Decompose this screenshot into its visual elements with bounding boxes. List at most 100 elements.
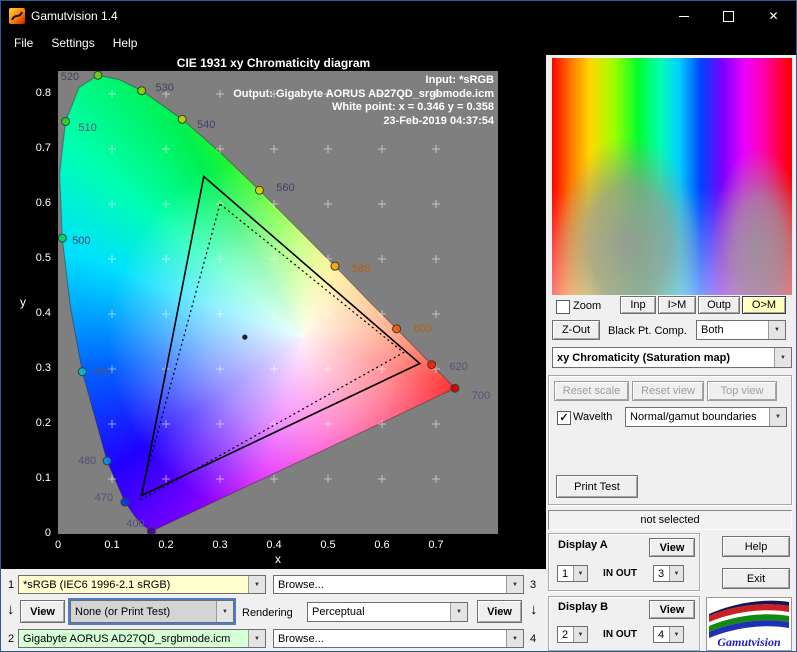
zoom-checkbox[interactable] (556, 300, 570, 314)
display-a-group: Display A View 1 IN OUT 3 (548, 533, 700, 591)
titlebar[interactable]: Gamutvision 1.4 ✕ (1, 1, 796, 31)
x-tick-label: 0.7 (428, 539, 444, 551)
display-a-out-value: 3 (658, 567, 665, 580)
z-out-button[interactable]: Z-Out (552, 320, 600, 340)
input-profile-value: *sRGB (IEC6 1996-2.1 sRGB) (19, 576, 248, 593)
plot-annotations: Input: *sRGB Output: Gigabyte AORUS AD27Q… (233, 74, 494, 128)
display-b-title: Display B (558, 601, 609, 613)
menu-file[interactable]: File (5, 33, 42, 53)
gamut-triangle-dotted (138, 202, 405, 503)
test-pattern-combo[interactable]: None (or Print Test) (68, 598, 236, 625)
white-point-marker (242, 334, 248, 340)
reset-scale-button[interactable]: Reset scale (554, 381, 629, 401)
input-browse-combo[interactable]: Browse... (273, 575, 524, 594)
display-a-view-button[interactable]: View (649, 538, 695, 557)
top-view-button[interactable]: Top view (707, 381, 777, 401)
view-mode-combo[interactable]: xy Chromaticity (Saturation map) (552, 347, 792, 368)
wavelength-label-510: 510 (78, 121, 97, 134)
wavelength-dot-560 (254, 185, 264, 195)
maximize-button[interactable] (706, 1, 751, 31)
y-tick-label: 0.1 (35, 472, 51, 484)
bottom-panel: 1 *sRGB (IEC6 1996-2.1 sRGB) Browse... 3… (1, 569, 546, 651)
wavelength-dot-480 (102, 456, 112, 466)
combo-arrow-icon (669, 566, 683, 581)
display-b-out-combo[interactable]: 4 (653, 626, 684, 643)
y-tick-label: 0.8 (35, 87, 51, 99)
display-b-view-button[interactable]: View (649, 600, 695, 619)
slot3-label: 3 (530, 579, 537, 591)
display-b-in-value: 2 (562, 628, 569, 641)
annotation-line: 23-Feb-2019 04:37:54 (383, 114, 494, 127)
display-a-out-combo[interactable]: 3 (653, 565, 684, 582)
inp-button[interactable]: Inp (620, 296, 656, 314)
wavelength-label-700: 700 (471, 390, 491, 403)
x-tick-label: 0 (54, 539, 62, 551)
input-profile-combo[interactable]: *sRGB (IEC6 1996-2.1 sRGB) (18, 575, 266, 594)
spectral-locus-outline (59, 74, 456, 532)
wavelength-dot-540 (177, 114, 187, 124)
wavelength-label-560: 560 (276, 182, 295, 195)
view-input-button[interactable]: View (20, 600, 65, 623)
o-to-m-button[interactable]: O>M (742, 296, 786, 314)
down-arrow-icon: ↓ (7, 601, 15, 618)
combo-arrow-icon (774, 348, 791, 367)
display-a-title: Display A (558, 539, 608, 551)
input-browse-value: Browse... (278, 578, 324, 591)
display-a-in-value: 1 (562, 567, 569, 580)
y-tick-label: 0.6 (35, 197, 51, 209)
wavelength-label-620: 620 (449, 360, 468, 373)
x-axis-label: x (275, 552, 281, 566)
black-pt-comp-value: Both (701, 324, 724, 336)
annotation-line: Output: Gigabyte AORUS AD27QD_srgbmode.i… (233, 87, 494, 100)
menu-help[interactable]: Help (104, 33, 147, 53)
saturation-map-preview (552, 58, 792, 295)
help-button[interactable]: Help (722, 536, 790, 557)
chromaticity-plot[interactable]: Input: *sRGB Output: Gigabyte AORUS AD27Q… (58, 71, 498, 534)
close-button[interactable]: ✕ (751, 1, 796, 31)
y-tick-label: 0.5 (35, 252, 51, 264)
wavelength-label-400: 400 (126, 518, 145, 531)
black-pt-comp-combo[interactable]: Both (696, 320, 786, 340)
boundaries-combo[interactable]: Normal/gamut boundaries (625, 407, 787, 427)
x-tick-label: 0.1 (104, 539, 120, 551)
wavelength-label-500: 500 (72, 235, 91, 248)
menu-settings[interactable]: Settings (42, 33, 103, 53)
i-to-m-button[interactable]: I>M (658, 296, 696, 314)
combo-arrow-icon (450, 603, 467, 621)
exit-button[interactable]: Exit (722, 568, 790, 589)
black-pt-comp-label: Black Pt. Comp. (608, 325, 687, 337)
combo-arrow-icon (216, 601, 233, 622)
y-tick-label: 0.2 (35, 417, 51, 429)
wavelength-dot-620 (427, 360, 437, 370)
gamutvision-logo: Gamutvision (706, 597, 792, 651)
output-profile-combo[interactable]: Gigabyte AORUS AD27QD_srgbmode.icm (18, 629, 266, 648)
gamut-overlay (58, 71, 460, 534)
wavelength-dot-510 (61, 117, 71, 126)
x-tick-label: 0.4 (266, 539, 282, 551)
rendering-label: Rendering (242, 607, 293, 619)
test-pattern-value: None (or Print Test) (71, 601, 216, 622)
window-title: Gamutvision 1.4 (31, 9, 118, 23)
print-test-button[interactable]: Print Test (556, 475, 638, 498)
x-tick-label: 0.5 (320, 539, 336, 551)
wavelength-dot-470 (120, 497, 130, 507)
x-tick-label: 0.3 (212, 539, 228, 551)
outp-button[interactable]: Outp (698, 296, 740, 314)
minimize-button[interactable] (661, 1, 706, 31)
wavelength-dot-530 (137, 86, 147, 96)
view-mode-value: xy Chromaticity (Saturation map) (557, 351, 730, 364)
wavelth-checkbox[interactable] (557, 411, 571, 425)
view-output-button[interactable]: View (477, 600, 522, 623)
wavelength-label-520: 520 (60, 71, 80, 84)
wavelength-dot-700 (450, 383, 460, 393)
display-b-in-combo[interactable]: 2 (557, 626, 588, 643)
output-browse-combo[interactable]: Browse... (273, 629, 524, 648)
wavelength-dot-500 (58, 233, 67, 243)
wavelength-dot-490 (77, 367, 87, 377)
app-window: Gamutvision 1.4 ✕ File Settings Help CIE… (0, 0, 797, 652)
rendering-intent-combo[interactable]: Perceptual (307, 602, 468, 622)
y-tick-label: 0.4 (35, 307, 51, 319)
display-a-in-combo[interactable]: 1 (557, 565, 588, 582)
combo-arrow-icon (669, 627, 683, 642)
reset-view-button[interactable]: Reset view (632, 381, 704, 401)
